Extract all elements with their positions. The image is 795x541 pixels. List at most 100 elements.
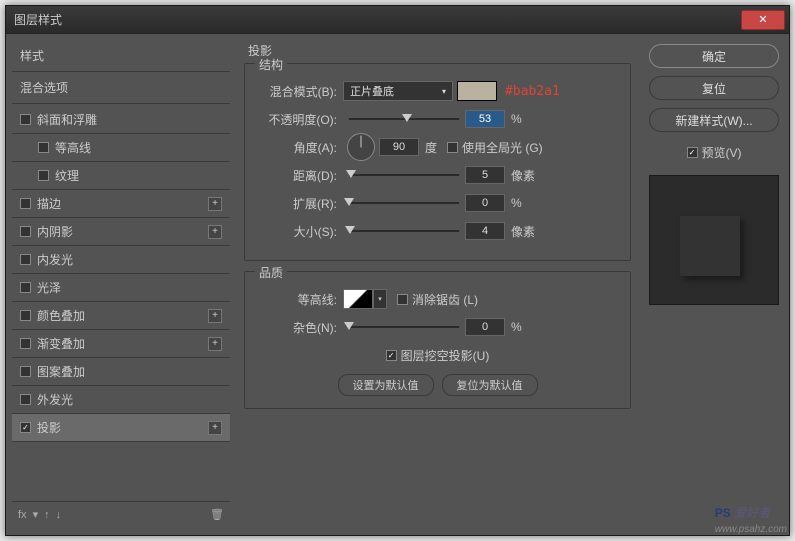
global-light-label: 使用全局光 (G) (462, 139, 543, 156)
legend: 品质 (255, 264, 287, 281)
sidebar-footer: fx ▾ ↑ ↓ 🗑 (12, 501, 230, 527)
spread-row: 扩展(R): % (253, 192, 622, 214)
sidebar-item-outer-glow[interactable]: 外发光 (12, 386, 230, 414)
checkbox[interactable] (20, 338, 31, 349)
sidebar-item-label: 等高线 (55, 139, 91, 156)
close-button[interactable]: ✕ (741, 10, 785, 30)
label: 杂色(N): (253, 319, 343, 336)
checkbox[interactable] (20, 198, 31, 209)
sidebar-item-label: 纹理 (55, 167, 79, 184)
checkbox[interactable] (20, 254, 31, 265)
antialias-checkbox[interactable] (397, 294, 408, 305)
knockout-label: 图层挖空投影(U) (401, 347, 490, 364)
sidebar-item-satin[interactable]: 光泽 (12, 274, 230, 302)
add-icon[interactable]: + (208, 197, 222, 211)
spread-input[interactable] (465, 194, 505, 212)
checkbox[interactable] (20, 226, 31, 237)
checkbox[interactable] (20, 114, 31, 125)
size-slider[interactable] (349, 224, 459, 238)
arrow-up-icon[interactable]: ↑ (44, 509, 50, 521)
add-icon[interactable]: + (208, 309, 222, 323)
checkbox[interactable] (20, 282, 31, 293)
watermark-logo: PS (715, 506, 731, 520)
quality-group: 品质 等高线: ▾ 消除锯齿 (L) 杂色(N): % (244, 271, 631, 409)
sidebar-item-bevel[interactable]: 斜面和浮雕 (12, 106, 230, 134)
sidebar-item-color-overlay[interactable]: 颜色叠加 + (12, 302, 230, 330)
antialias-label: 消除锯齿 (L) (412, 291, 478, 308)
noise-row: 杂色(N): % (253, 316, 622, 338)
fx-menu[interactable]: fx (18, 509, 27, 521)
checkbox[interactable] (20, 422, 31, 433)
divider (12, 71, 230, 72)
cancel-button[interactable]: 复位 (649, 76, 779, 100)
blend-mode-select[interactable]: 正片叠底 ▾ (343, 81, 453, 101)
sidebar-item-inner-shadow[interactable]: 内阴影 + (12, 218, 230, 246)
set-default-button[interactable]: 设置为默认值 (338, 374, 434, 396)
checkbox[interactable] (38, 142, 49, 153)
blend-mode-row: 混合模式(B): 正片叠底 ▾ #bab2a1 (253, 80, 622, 102)
checkbox[interactable] (38, 170, 49, 181)
color-swatch[interactable] (457, 81, 497, 101)
new-style-button[interactable]: 新建样式(W)... (649, 108, 779, 132)
sidebar-item-label: 投影 (37, 419, 61, 436)
distance-row: 距离(D): 像素 (253, 164, 622, 186)
watermark-url: www.psahz.com (715, 524, 787, 535)
angle-dial[interactable] (347, 133, 375, 161)
opacity-input[interactable] (465, 110, 505, 128)
sidebar-item-gradient-overlay[interactable]: 渐变叠加+ (12, 330, 230, 358)
noise-slider[interactable] (349, 320, 459, 334)
trash-icon[interactable]: 🗑 (210, 508, 224, 521)
preview-label: 预览(V) (702, 144, 742, 161)
sidebar-item-label: 内阴影 (37, 223, 73, 240)
color-annotation: #bab2a1 (505, 84, 560, 99)
sidebar-item-label: 外发光 (37, 391, 73, 408)
effects-list: 斜面和浮雕 等高线 纹理 描边+ 内阴影 + 内发光 光泽 颜色叠加 + 渐变叠加+… (12, 106, 230, 501)
unit: % (511, 196, 522, 210)
preview-thumbnail (649, 175, 779, 305)
structure-group: 结构 混合模式(B): 正片叠底 ▾ #bab2a1 不透明度(O): % (244, 63, 631, 261)
distance-input[interactable] (465, 166, 505, 184)
add-icon[interactable]: + (208, 337, 222, 351)
contour-preview[interactable] (343, 289, 373, 309)
checkbox[interactable] (20, 366, 31, 377)
label: 角度(A): (253, 139, 343, 156)
knockout-checkbox[interactable] (386, 350, 397, 361)
sidebar-header-blend[interactable]: 混合选项 (12, 74, 230, 101)
add-icon[interactable]: + (208, 421, 222, 435)
dialog-content: 样式 混合选项 斜面和浮雕 等高线 纹理 描边+ 内阴影 + 内发光 光泽 颜色叠… (6, 34, 789, 535)
arrow-down-icon[interactable]: ↓ (56, 509, 62, 521)
action-panel: 确定 复位 新建样式(W)... 预览(V) (639, 34, 789, 535)
unit: % (511, 112, 522, 126)
sidebar-item-drop-shadow[interactable]: 投影 + (12, 414, 230, 442)
unit: 像素 (511, 223, 535, 240)
sidebar-item-stroke[interactable]: 描边+ (12, 190, 230, 218)
checkbox[interactable] (20, 394, 31, 405)
sidebar-item-inner-glow[interactable]: 内发光 (12, 246, 230, 274)
size-input[interactable] (465, 222, 505, 240)
sidebar-item-label: 斜面和浮雕 (37, 111, 97, 128)
checkbox[interactable] (20, 310, 31, 321)
sidebar-item-pattern-overlay[interactable]: 图案叠加 (12, 358, 230, 386)
reset-default-button[interactable]: 复位为默认值 (442, 374, 538, 396)
sidebar-header-styles[interactable]: 样式 (12, 42, 230, 69)
global-light-checkbox[interactable] (447, 142, 458, 153)
opacity-slider[interactable] (349, 112, 459, 126)
sidebar-item-label: 颜色叠加 (37, 307, 85, 324)
label: 不透明度(O): (253, 111, 343, 128)
label: 等高线: (253, 291, 343, 308)
sidebar-item-label: 光泽 (37, 279, 61, 296)
sidebar-item-texture[interactable]: 纹理 (12, 162, 230, 190)
contour-dropdown[interactable]: ▾ (373, 289, 387, 309)
preview-checkbox[interactable] (687, 147, 698, 158)
spread-slider[interactable] (349, 196, 459, 210)
label: 距离(D): (253, 167, 343, 184)
angle-input[interactable] (379, 138, 419, 156)
noise-input[interactable] (465, 318, 505, 336)
settings-panel: 投影 结构 混合模式(B): 正片叠底 ▾ #bab2a1 不透明度(O): (236, 34, 639, 535)
panel-title: 投影 (248, 42, 631, 59)
sidebar-item-contour[interactable]: 等高线 (12, 134, 230, 162)
ok-button[interactable]: 确定 (649, 44, 779, 68)
add-icon[interactable]: + (208, 225, 222, 239)
chevron-down-icon[interactable]: ▾ (33, 508, 39, 521)
distance-slider[interactable] (349, 168, 459, 182)
